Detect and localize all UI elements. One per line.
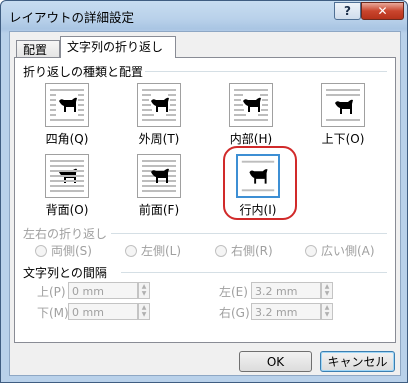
section-divider: [121, 272, 387, 273]
spin-up-icon[interactable]: ▲: [322, 283, 332, 290]
wrap-section-heading: 折り返しの種類と配置: [23, 65, 144, 79]
radio-wider-side[interactable]: 広い側(A): [305, 242, 375, 259]
dialog-title: レイアウトの詳細設定: [9, 10, 135, 25]
behind-text-icon: [45, 154, 89, 198]
side-section-heading: 左右の折り返し: [23, 227, 108, 241]
section-divider: [111, 233, 387, 234]
wrap-option-label: 前面(F): [138, 203, 180, 217]
tight-wrap-icon: [137, 83, 181, 127]
wrap-option-label: 行内(I): [239, 203, 277, 217]
wrap-option-inline[interactable]: 行内(I): [230, 154, 286, 218]
through-wrap-icon: [229, 83, 273, 127]
top-spacing-label: 上(P): [37, 285, 66, 299]
cancel-button[interactable]: キャンセル: [320, 351, 395, 372]
radio-label: 左側(L): [141, 244, 182, 258]
in-front-text-icon: [137, 154, 181, 198]
radio-label: 右側(R): [231, 244, 273, 258]
title-bar[interactable]: レイアウトの詳細設定 ? ✕: [1, 1, 407, 29]
wrap-option-tight[interactable]: 外周(T): [131, 83, 187, 147]
bottom-spacing-input[interactable]: 0 mm: [68, 303, 138, 320]
wrap-option-top-bottom[interactable]: 上下(O): [315, 83, 371, 147]
spin-down-icon[interactable]: ▼: [139, 290, 149, 297]
help-button[interactable]: ?: [334, 2, 361, 20]
wrap-option-label: 上下(O): [321, 132, 365, 146]
spin-up-icon[interactable]: ▲: [139, 283, 149, 290]
radio-dot: [35, 244, 47, 257]
ok-button[interactable]: OK: [239, 351, 312, 372]
tab-position[interactable]: 配置: [16, 40, 60, 58]
wrap-option-through[interactable]: 内部(H): [223, 83, 279, 147]
wrap-option-behind[interactable]: 背面(O): [39, 154, 95, 218]
right-spacing-label: 右(G): [219, 306, 250, 320]
radio-left-side[interactable]: 左側(L): [125, 242, 181, 259]
left-spacing-label: 左(E): [219, 285, 248, 299]
radio-right-side[interactable]: 右側(R): [215, 242, 273, 259]
section-divider: [145, 71, 387, 72]
tab-panel: 折り返しの種類と配置 四角(Q) 外周(T) 内部(H) 上下(O) 背面(O)…: [14, 57, 396, 343]
radio-label: 両側(S): [51, 244, 92, 258]
top-bottom-wrap-icon: [321, 83, 365, 127]
dialog-window: レイアウトの詳細設定 ? ✕ 配置 文字列の折り返し 折り返しの種類と配置 四角…: [0, 0, 408, 383]
top-spacing-spinner[interactable]: ▲ ▼: [138, 282, 150, 299]
inline-text-icon: [236, 154, 280, 198]
radio-dot: [215, 244, 227, 257]
square-wrap-icon: [45, 83, 89, 127]
right-spacing-input[interactable]: 3.2 mm: [251, 303, 321, 320]
spin-down-icon[interactable]: ▼: [322, 290, 332, 297]
wrap-option-label: 内部(H): [229, 132, 273, 146]
top-spacing-input[interactable]: 0 mm: [68, 282, 138, 299]
wrap-option-in-front[interactable]: 前面(F): [131, 154, 187, 218]
radio-dot: [305, 244, 317, 257]
close-button[interactable]: ✕: [361, 2, 404, 20]
radio-both-sides[interactable]: 両側(S): [35, 242, 92, 259]
right-spacing-spinner[interactable]: ▲ ▼: [321, 303, 333, 320]
bottom-spacing-spinner[interactable]: ▲ ▼: [138, 303, 150, 320]
tab-text-wrapping[interactable]: 文字列の折り返し: [60, 36, 176, 58]
spin-down-icon[interactable]: ▼: [139, 311, 149, 318]
left-spacing-spinner[interactable]: ▲ ▼: [321, 282, 333, 299]
radio-label: 広い側(A): [321, 244, 375, 258]
bottom-spacing-label: 下(M): [37, 306, 69, 320]
radio-dot: [125, 244, 137, 257]
spin-down-icon[interactable]: ▼: [322, 311, 332, 318]
spin-up-icon[interactable]: ▲: [322, 304, 332, 311]
wrap-option-label: 背面(O): [45, 203, 89, 217]
wrap-option-label: 外周(T): [138, 132, 180, 146]
wrap-option-square[interactable]: 四角(Q): [39, 83, 95, 147]
dialog-client: 配置 文字列の折り返し 折り返しの種類と配置 四角(Q) 外周(T) 内部(H)…: [9, 31, 401, 376]
left-spacing-input[interactable]: 3.2 mm: [251, 282, 321, 299]
wrap-option-label: 四角(Q): [45, 132, 89, 146]
spin-up-icon[interactable]: ▲: [139, 304, 149, 311]
spacing-section-heading: 文字列との間隔: [23, 266, 107, 280]
